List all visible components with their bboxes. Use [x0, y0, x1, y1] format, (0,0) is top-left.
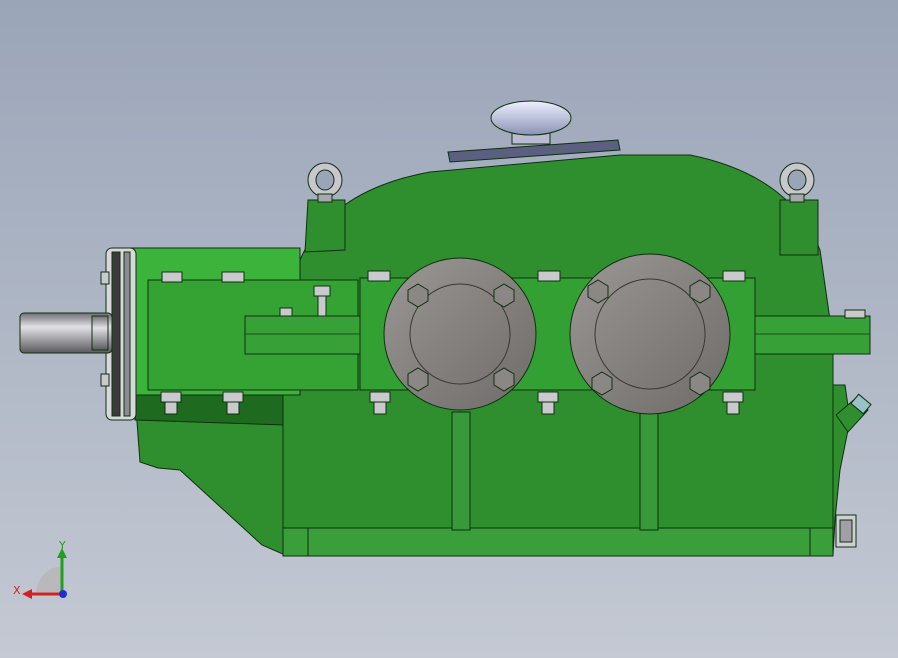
- lift-lug-right: [779, 199, 819, 256]
- lift-lug-left: [304, 199, 346, 253]
- shadow-band: [134, 394, 286, 426]
- drain-plug: [835, 514, 857, 548]
- x-axis-label: X: [13, 584, 21, 597]
- rib-right: [639, 411, 659, 531]
- z-axis-dot: [59, 590, 67, 598]
- base-flange: [282, 527, 834, 557]
- bearing-cap-right: [569, 253, 731, 415]
- shaft-shoulder: [91, 315, 109, 351]
- model-canvas[interactable]: Y X: [0, 0, 898, 658]
- bearing-cap-left: [383, 257, 537, 411]
- graphics-viewport[interactable]: Y X: [0, 0, 898, 658]
- breather-cap: [490, 100, 572, 136]
- rib-left: [451, 411, 471, 531]
- y-axis-label: Y: [58, 539, 66, 552]
